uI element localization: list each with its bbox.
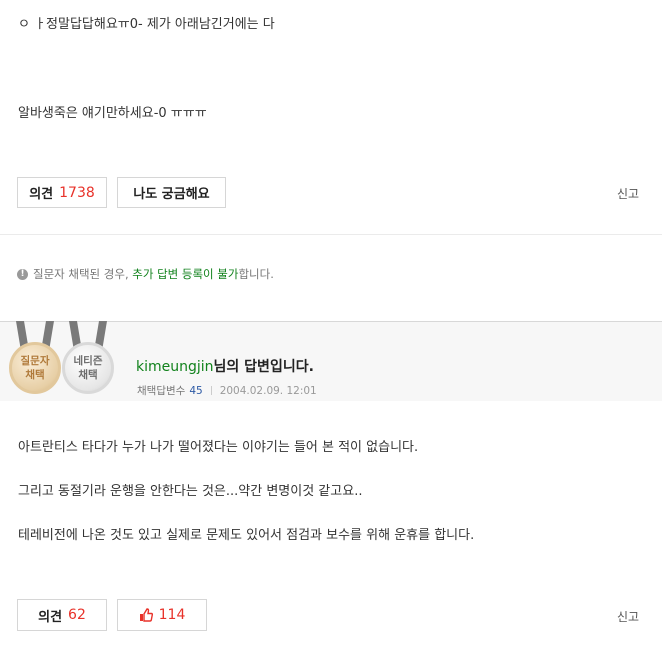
question-text-line2: 알바생죽은 얘기만하세요-0 ㅠㅠㅠ bbox=[18, 106, 207, 121]
adopted-count-label: 채택답변수 bbox=[137, 385, 186, 397]
medal-gold-icon: 질문자 채택 bbox=[9, 342, 61, 394]
notice-highlight: 추가 답변 등록이 불가 bbox=[132, 267, 239, 281]
opinion-label: 의견 bbox=[29, 187, 54, 202]
answer-author-line: kimeungjin님의 답변입니다. bbox=[136, 356, 314, 376]
badge-line2: 채택 bbox=[78, 369, 98, 381]
notice-text-after: 합니다. bbox=[238, 267, 274, 281]
opinion-label: 의견 bbox=[38, 609, 63, 625]
answer-report-link[interactable]: 신고 bbox=[617, 608, 639, 625]
info-circle-icon: ! bbox=[17, 268, 28, 280]
author-suffix: 님의 답변입니다. bbox=[213, 359, 314, 375]
notice-text-before: 질문자 채택된 경우, bbox=[33, 267, 129, 281]
netizen-adopted-badge: 네티즌 채택 bbox=[61, 321, 117, 399]
opinion-count: 1738 bbox=[59, 184, 95, 201]
badge-line2: 채택 bbox=[25, 369, 45, 381]
adoption-notice: ! 질문자 채택된 경우, 추가 답변 등록이 불가 합니다. bbox=[17, 266, 274, 282]
medal-silver-icon: 네티즌 채택 bbox=[62, 342, 114, 394]
answer-opinion-button[interactable]: 의견 62 bbox=[17, 599, 107, 631]
answer-date: 2004.02.09. 12:01 bbox=[219, 384, 317, 397]
like-button[interactable]: 114 bbox=[117, 599, 207, 631]
divider bbox=[0, 234, 662, 235]
answer-paragraph: 그리고 동절기라 운행을 안한다는 것은...약간 변명이것 같고요.. bbox=[18, 484, 363, 499]
curious-button[interactable]: 나도 궁금해요 bbox=[117, 177, 226, 208]
question-opinion-button[interactable]: 의견 1738 bbox=[17, 177, 107, 208]
meta-divider bbox=[210, 386, 212, 395]
question-report-link[interactable]: 신고 bbox=[617, 185, 639, 202]
question-text-line1: ㅇ ㅏ정말답답해요ㅠ0- 제가 아래남긴거에는 다 bbox=[18, 17, 275, 32]
badge-line1: 네티즌 bbox=[73, 355, 103, 367]
badge-line1: 질문자 bbox=[20, 355, 50, 367]
like-count: 114 bbox=[158, 607, 186, 623]
answer-paragraph: 테레비전에 나온 것도 있고 실제로 문제도 있어서 점검과 보수를 위해 운휴… bbox=[18, 528, 475, 543]
answer-paragraph: 아트란티스 타다가 누가 나가 떨어졌다는 이야기는 들어 본 적이 없습니다. bbox=[18, 440, 419, 455]
adopted-count: 45 bbox=[189, 384, 203, 397]
curious-label: 나도 궁금해요 bbox=[133, 187, 210, 202]
answer-meta: 채택답변수 45 2004.02.09. 12:01 bbox=[137, 383, 317, 398]
opinion-count: 62 bbox=[68, 607, 86, 623]
questioner-adopted-badge: 질문자 채택 bbox=[8, 321, 64, 399]
author-id-link[interactable]: kimeungjin bbox=[136, 359, 214, 375]
thumbs-up-icon bbox=[139, 608, 153, 622]
